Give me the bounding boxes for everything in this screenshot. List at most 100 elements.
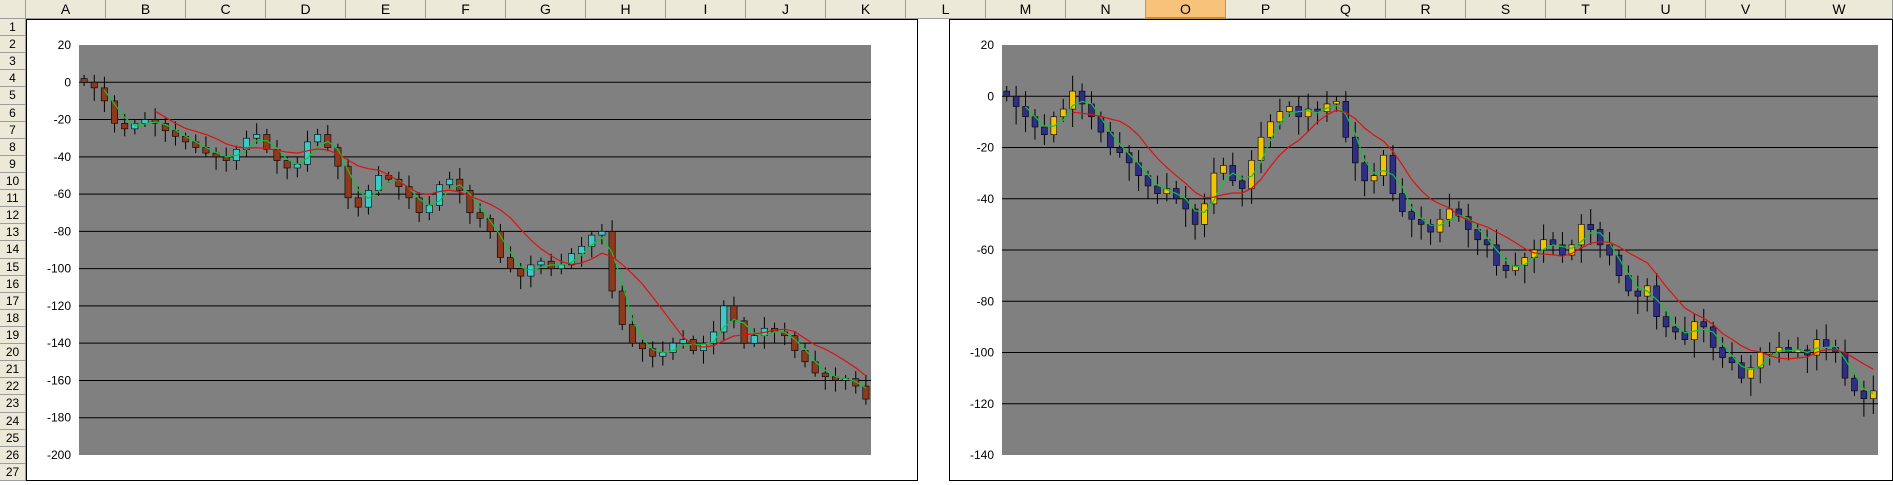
candle-body (598, 231, 606, 236)
candle-body (100, 87, 108, 102)
column-header-b[interactable]: B (106, 0, 186, 19)
row-header-14[interactable]: 14 (0, 241, 26, 259)
column-header-s[interactable]: S (1466, 0, 1546, 19)
column-header-d[interactable]: D (266, 0, 346, 19)
candle-body (608, 231, 616, 292)
column-header-w[interactable]: W (1786, 0, 1893, 19)
candle-body (1549, 239, 1557, 246)
column-header-t[interactable]: T (1546, 0, 1626, 19)
row-header-16[interactable]: 16 (0, 275, 26, 293)
row-header-11[interactable]: 11 (0, 190, 26, 208)
column-header-f[interactable]: F (426, 0, 506, 19)
candle-body (1625, 275, 1632, 292)
row-header-9[interactable]: 9 (0, 155, 26, 173)
row-header-3[interactable]: 3 (0, 53, 26, 71)
candle-body (740, 320, 748, 344)
candle-body (1097, 116, 1105, 133)
column-header-l[interactable]: L (906, 0, 986, 19)
candle-body (1446, 208, 1453, 220)
column-header-u[interactable]: U (1626, 0, 1706, 19)
row-header-18[interactable]: 18 (0, 309, 26, 327)
candle-body (1182, 198, 1189, 210)
column-header-k[interactable]: K (826, 0, 906, 19)
column-header-m[interactable]: M (986, 0, 1066, 19)
row-header-10[interactable]: 10 (0, 173, 26, 191)
chart-1-svg: 20 0 -20 -40 -60 -80 -100 -120 -140 -160 -180 -200 (47, 38, 871, 462)
column-header-e[interactable]: E (346, 0, 426, 19)
row-header-12[interactable]: 12 (0, 207, 26, 225)
y-tick-label: -140 (970, 448, 994, 462)
row-header-6[interactable]: 6 (0, 104, 26, 122)
candle-body (639, 342, 646, 350)
row-header-13[interactable]: 13 (0, 224, 26, 242)
column-header-o[interactable]: O (1146, 0, 1226, 19)
column-header-i[interactable]: I (666, 0, 746, 19)
row-header-27[interactable]: 27 (0, 463, 26, 481)
row-header-19[interactable]: 19 (0, 327, 26, 345)
candle-body (425, 204, 433, 214)
candle-body (1785, 347, 1792, 353)
candle-body (1154, 185, 1161, 194)
candlestick-chart-2[interactable]: 20 0 -20 -40 -60 -80 -100 -120 -140 (949, 19, 1893, 481)
column-header-j[interactable]: J (746, 0, 826, 19)
candle-body (476, 212, 484, 219)
row-header-22[interactable]: 22 (0, 378, 26, 396)
select-all-corner[interactable] (0, 0, 26, 19)
candle-body (1361, 162, 1368, 182)
candle-body (314, 134, 322, 143)
candlestick-chart-1[interactable]: 20 0 -20 -40 -60 -80 -100 -120 -140 -160 -180 -200 (26, 19, 918, 481)
y-tick-label: -100 (970, 346, 994, 360)
y-tick-label: -180 (47, 411, 71, 425)
column-header-p[interactable]: P (1226, 0, 1306, 19)
row-header-21[interactable]: 21 (0, 361, 26, 379)
row-header-5[interactable]: 5 (0, 87, 26, 105)
candle-body (375, 175, 382, 191)
candle-body (446, 178, 454, 186)
row-header-15[interactable]: 15 (0, 258, 26, 276)
row-header-7[interactable]: 7 (0, 121, 26, 139)
y-tick-label: -120 (47, 299, 71, 313)
y-tick-label: -60 (54, 187, 72, 201)
y-tick-label: -20 (54, 113, 72, 127)
column-header-g[interactable]: G (506, 0, 586, 19)
candle-body (304, 141, 311, 165)
candle-body (1851, 377, 1858, 392)
candle-body (730, 305, 738, 322)
y-tick-label: -40 (977, 192, 995, 206)
column-header-r[interactable]: R (1386, 0, 1466, 19)
row-header-1[interactable]: 1 (0, 19, 26, 37)
candle-body (1587, 224, 1594, 230)
candle-body (1116, 147, 1123, 153)
row-header-24[interactable]: 24 (0, 412, 26, 430)
column-header-n[interactable]: N (1066, 0, 1146, 19)
y-tick-label: -120 (970, 397, 994, 411)
column-header-v[interactable]: V (1706, 0, 1786, 19)
column-header-q[interactable]: Q (1306, 0, 1386, 19)
row-header-25[interactable]: 25 (0, 429, 26, 447)
column-header-c[interactable]: C (186, 0, 266, 19)
row-header-4[interactable]: 4 (0, 70, 26, 88)
candle-body (1370, 175, 1378, 182)
y-tick-label: 20 (981, 38, 995, 52)
candle-body (1672, 326, 1679, 333)
column-header-h[interactable]: H (586, 0, 666, 19)
y-tick-label: -140 (47, 336, 71, 350)
y-tick-label: 0 (987, 89, 994, 103)
row-header-8[interactable]: 8 (0, 138, 26, 156)
column-header-a[interactable]: A (26, 0, 106, 19)
candle-body (628, 324, 636, 344)
candle-body (1502, 265, 1510, 271)
row-header-20[interactable]: 20 (0, 344, 26, 362)
candle-body (1276, 111, 1284, 123)
row-header-17[interactable]: 17 (0, 292, 26, 310)
spreadsheet-grid[interactable]: ABCDEFGHIJKLMNOPQRSTUVW 1 2 3 4 5 6 7 8 9 10 11 12 1… (0, 0, 1893, 481)
candle-body (1220, 165, 1227, 174)
candle-body (1738, 362, 1745, 379)
row-header-2[interactable]: 2 (0, 36, 26, 54)
candle-body (1399, 193, 1406, 212)
candle-body (1719, 347, 1726, 358)
row-header-26[interactable]: 26 (0, 446, 26, 464)
candle-body (1662, 316, 1670, 328)
candle-body (507, 257, 514, 269)
row-header-23[interactable]: 23 (0, 395, 26, 413)
